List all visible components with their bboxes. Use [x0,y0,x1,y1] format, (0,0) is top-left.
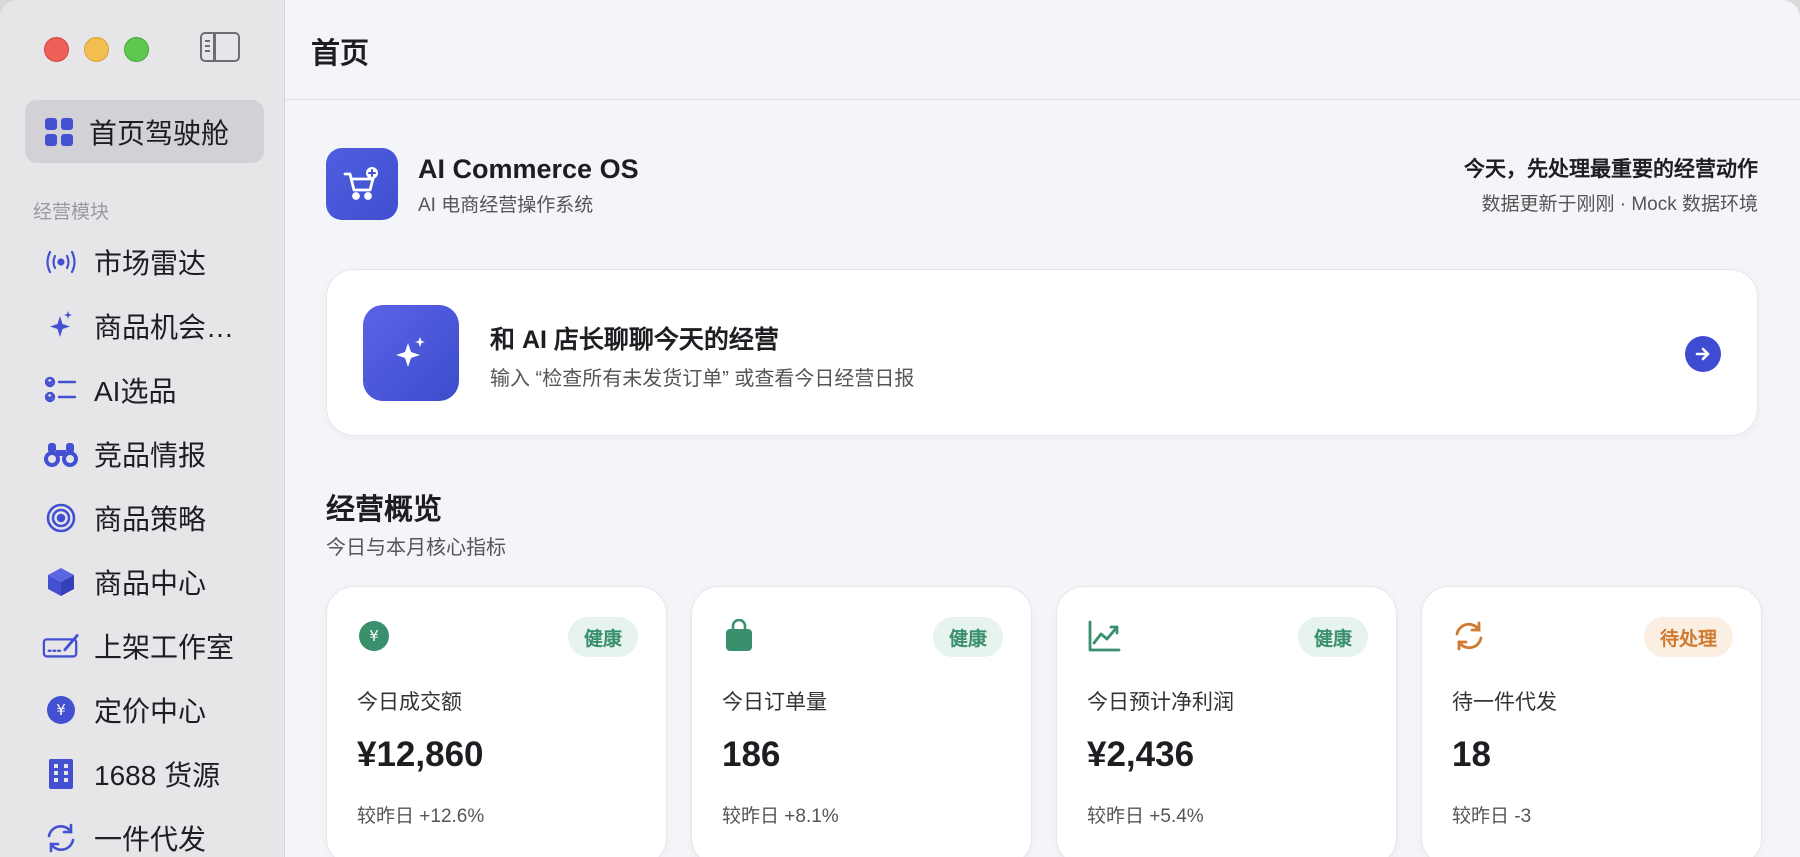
sidebar-item-label: 一件代发 [94,824,207,855]
svg-text:¥: ¥ [56,701,66,719]
signature-icon [42,627,80,665]
sidebar-item-label: 上架工作室 [94,632,235,663]
sidebar-item-label: 商品中心 [94,568,207,599]
kpi-value: ¥2,436 [1087,735,1195,774]
app-window: 首页驾驶舱 经营模块 市场雷达 商品机会… AI选品 竞品情报 商品策略 商品中… [0,0,1800,857]
sidebar-item-competitor-intel[interactable]: 竞品情报 [30,422,270,486]
sidebar-item-listing-studio[interactable]: 上架工作室 [30,614,270,678]
zoom-window-button[interactable] [124,37,149,62]
kpi-label: 今日成交额 [357,691,462,714]
window-controls [44,37,149,62]
sidebar-item-product-center[interactable]: 商品中心 [30,550,270,614]
sidebar-item-product-strategy[interactable]: 商品策略 [30,486,270,550]
svg-text:¥: ¥ [369,627,379,645]
cart-logo-icon [326,148,398,220]
kpi-label: 今日订单量 [722,691,827,714]
bag-icon [726,619,752,651]
sparkle-icon [363,305,459,401]
ai-assistant-hint: 输入 “检查所有未发货订单” 或查看今日经营日报 [490,368,915,390]
data-update-status: 数据更新于刚刚 · Mock 数据环境 [1481,194,1758,215]
grid-icon [45,117,73,146]
kpi-value: 186 [722,735,781,774]
sidebar-item-home[interactable]: 首页驾驶舱 [25,100,264,163]
sidebar-item-label: 1688 货源 [94,760,221,791]
minimize-window-button[interactable] [84,37,109,62]
sidebar-item-sourcing[interactable]: 1688 货源 [30,742,270,806]
sidebar-item-opportunities[interactable]: 商品机会… [30,294,270,358]
overview-subtitle: 今日与本月核心指标 [326,537,506,559]
yen-circle-icon: ¥ [42,691,80,729]
sidebar-item-label: 定价中心 [94,696,207,727]
checklist-icon [42,371,80,409]
kpi-card-dropship-pending[interactable]: 待处理 待一件代发 18 较昨日 -3 [1421,586,1762,857]
kpi-card-gmv[interactable]: ¥ 健康 今日成交额 ¥12,860 较昨日 +12.6% [326,586,667,857]
box-icon [42,563,80,601]
trend-chart-icon [1088,620,1121,652]
kpi-value: ¥12,860 [357,735,484,774]
sidebar-nav-list: 市场雷达 商品机会… AI选品 竞品情报 商品策略 商品中心 上架工作室 ¥ 定… [30,230,270,857]
kpi-delta: 较昨日 -3 [1452,806,1532,827]
overview-title: 经营概览 [326,494,443,526]
status-badge: 健康 [567,617,638,657]
status-badge: 健康 [932,617,1003,657]
sidebar-item-label: 市场雷达 [94,248,207,279]
page-title: 首页 [311,38,370,70]
building-icon [42,755,80,793]
radar-icon [42,243,80,281]
target-icon [42,499,80,537]
kpi-delta: 较昨日 +8.1% [722,806,839,827]
ai-assistant-card[interactable]: 和 AI 店长聊聊今天的经营 输入 “检查所有未发货订单” 或查看今日经营日报 [326,269,1758,436]
sync-icon [1455,621,1483,651]
sparkle-icon [42,307,80,345]
main-content: AI Commerce OS AI 电商经营操作系统 今天，先处理最重要的经营动… [286,101,1800,857]
kpi-card-net-profit[interactable]: 健康 今日预计净利润 ¥2,436 较昨日 +5.4% [1056,586,1397,857]
sidebar-item-market-radar[interactable]: 市场雷达 [30,230,270,294]
top-bar: 首页 [286,0,1800,100]
kpi-label: 待一件代发 [1452,691,1557,714]
sidebar-item-pricing-center[interactable]: ¥ 定价中心 [30,678,270,742]
sidebar-toggle-icon[interactable] [200,32,240,62]
arrow-right-icon[interactable] [1685,336,1721,372]
header-headline: 今天，先处理最重要的经营动作 [1464,158,1758,181]
sidebar-item-dropshipping[interactable]: 一件代发 [30,806,270,857]
sidebar-item-label: 商品策略 [94,504,207,535]
status-badge: 待处理 [1643,617,1733,657]
brand-name: AI Commerce OS [418,154,639,184]
brand-subtitle: AI 电商经营操作系统 [418,195,594,216]
kpi-label: 今日预计净利润 [1087,691,1234,714]
kpi-delta: 较昨日 +5.4% [1087,806,1204,827]
sidebar: 首页驾驶舱 经营模块 市场雷达 商品机会… AI选品 竞品情报 商品策略 商品中… [0,0,285,857]
close-window-button[interactable] [44,37,69,62]
kpi-value: 18 [1452,735,1491,774]
sync-icon [42,819,80,857]
sidebar-item-ai-selection[interactable]: AI选品 [30,358,270,422]
ai-assistant-title: 和 AI 店长聊聊今天的经营 [490,326,779,354]
sidebar-section-label: 经营模块 [33,202,110,223]
sidebar-item-label: 首页驾驶舱 [89,117,230,149]
sidebar-item-label: 竞品情报 [94,440,207,471]
status-badge: 健康 [1297,617,1368,657]
sidebar-item-label: AI选品 [94,376,177,407]
binoculars-icon [42,435,80,473]
sidebar-item-label: 商品机会… [94,312,235,343]
kpi-card-orders[interactable]: 健康 今日订单量 186 较昨日 +8.1% [691,586,1032,857]
yen-circle-icon: ¥ [359,621,389,651]
kpi-delta: 较昨日 +12.6% [357,806,485,827]
